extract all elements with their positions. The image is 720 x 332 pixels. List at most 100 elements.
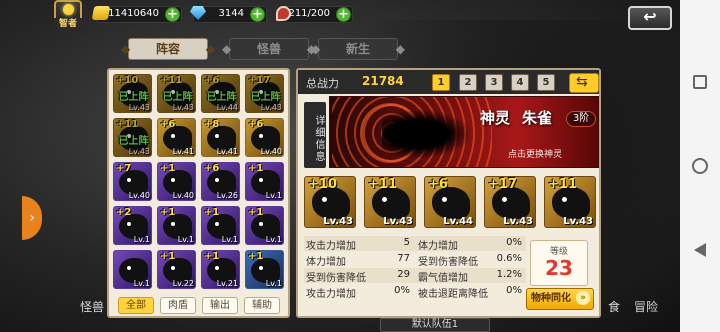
roster-slot[interactable]: +1 Lv.1 xyxy=(201,206,240,245)
level-label: Lv.41 xyxy=(216,147,238,156)
gem-icon xyxy=(190,6,206,20)
roster-slot[interactable]: +17 已上阵 Lv.43 xyxy=(245,74,284,113)
level-box: 等级 23 xyxy=(530,240,588,286)
roster-slot[interactable]: +2 Lv.1 xyxy=(113,206,152,245)
level-value: 23 xyxy=(545,256,573,280)
side-menu-food[interactable]: 食 xyxy=(608,298,620,315)
star-bonus: +1 xyxy=(204,251,220,262)
back-button[interactable] xyxy=(689,239,711,261)
power-value: 21784 xyxy=(362,74,404,88)
team-tab-2[interactable]: 2 xyxy=(459,74,477,91)
filter-support-button[interactable]: 辅助 xyxy=(244,297,280,314)
double-arrow-icon: » xyxy=(576,291,590,305)
add-food-button[interactable]: + xyxy=(336,7,351,22)
filter-all-button[interactable]: 全部 xyxy=(118,297,154,314)
add-gem-button[interactable]: + xyxy=(250,7,265,22)
roster-slot[interactable]: +11 已上阵 Lv.43 xyxy=(157,74,196,113)
deployed-label: 已上阵 xyxy=(118,136,149,147)
star-bonus: +1 xyxy=(160,163,176,174)
power-row: 总战力 21784 1 2 3 4 5 xyxy=(298,70,599,94)
roster-slot[interactable]: +6 Lv.41 xyxy=(157,118,196,157)
stat-name: 受到伤害降低 xyxy=(306,273,366,284)
roster-slot[interactable]: +1 Lv.40 xyxy=(157,162,196,201)
team-slot[interactable]: +11 Lv.43 xyxy=(364,176,416,228)
team-slot[interactable]: +11 Lv.43 xyxy=(544,176,596,228)
roster-slot[interactable]: +6 Lv.26 xyxy=(201,162,240,201)
roster-panel: +10 已上阵 Lv.43 +11 已上阵 Lv.43 +6 已上阵 Lv.44 +17 已上阵 Lv… xyxy=(107,68,290,318)
level-label: Lv.1 xyxy=(265,279,282,288)
team-slot[interactable]: +10 Lv.43 xyxy=(304,176,356,228)
side-menu-adventure[interactable]: 冒险 xyxy=(634,298,658,315)
roster-slot[interactable]: +8 Lv.41 xyxy=(201,118,240,157)
level-label: Lv.43 xyxy=(128,103,150,112)
tab-newborn[interactable]: 新生 xyxy=(311,38,405,60)
filter-dps-button[interactable]: 输出 xyxy=(202,297,238,314)
roster-slot[interactable]: +6 已上阵 Lv.44 xyxy=(201,74,240,113)
star-bonus: +1 xyxy=(248,251,264,262)
hero-change-hint: 点击更换神灵 xyxy=(508,150,563,160)
team-slot[interactable]: +17 Lv.43 xyxy=(484,176,536,228)
roster-slot[interactable]: +1 Lv.1 xyxy=(245,250,284,289)
roster-slot[interactable]: +1 Lv.21 xyxy=(201,250,240,289)
tab-lineup[interactable]: 阵容 xyxy=(121,38,215,60)
level-label: Lv.21 xyxy=(216,279,238,288)
return-button[interactable]: ↩ xyxy=(628,6,672,30)
roster-slot[interactable]: Lv.1 xyxy=(113,250,152,289)
team-tab-1[interactable]: 1 xyxy=(432,74,450,91)
level-label: Lv.43 xyxy=(323,216,353,227)
level-label: Lv.44 xyxy=(443,216,473,227)
star-bonus: +6 xyxy=(248,119,264,130)
side-menu-monsters[interactable]: 怪兽 xyxy=(80,298,104,315)
food-counter: 211/200 + xyxy=(276,6,353,23)
level-label: Lv.1 xyxy=(133,235,150,244)
deployed-label: 已上阵 xyxy=(162,92,193,103)
star-bonus: +1 xyxy=(204,207,220,218)
roster-slot[interactable]: +1 Lv.1 xyxy=(245,162,284,201)
roster-slot[interactable]: +1 Lv.1 xyxy=(245,206,284,245)
level-label: Lv.1 xyxy=(265,191,282,200)
home-button[interactable] xyxy=(689,155,711,177)
level-label: Lv.1 xyxy=(265,235,282,244)
roster-slot[interactable]: +11 已上阵 Lv.43 xyxy=(113,118,152,157)
swap-team-button[interactable] xyxy=(569,73,599,93)
team-tab-5[interactable]: 5 xyxy=(537,74,555,91)
triangle-back-icon xyxy=(694,243,706,257)
gem-value: 3144 xyxy=(218,8,244,19)
hero-banner[interactable]: 神灵 朱雀 3阶 点击更换神灵 xyxy=(329,96,599,168)
deployed-label: 已上阵 xyxy=(250,92,281,103)
star-bonus: +17 xyxy=(248,75,271,86)
stat-cell: 攻击力增加 0% xyxy=(304,284,414,300)
roster-slot[interactable]: +7 Lv.40 xyxy=(113,162,152,201)
star-bonus: +1 xyxy=(160,251,176,262)
player-avatar[interactable]: 智者 xyxy=(54,0,82,30)
filter-tank-button[interactable]: 肉盾 xyxy=(160,297,196,314)
level-label: Lv.1 xyxy=(177,235,194,244)
assimilate-button[interactable]: 物种同化 » xyxy=(526,288,594,310)
tab-monsters[interactable]: 怪兽 xyxy=(222,38,316,60)
star-bonus: +7 xyxy=(116,163,132,174)
default-team-label[interactable]: 默认队伍1 xyxy=(380,318,490,332)
stat-value: 29 xyxy=(397,269,410,280)
recent-apps-button[interactable] xyxy=(689,71,711,93)
star-bonus: +2 xyxy=(116,207,132,218)
roster-slot[interactable]: +10 已上阵 Lv.43 xyxy=(113,74,152,113)
details-button[interactable]: 详细信息 xyxy=(304,102,326,168)
star-bonus: +1 xyxy=(248,163,264,174)
star-bonus: +17 xyxy=(488,177,517,192)
star-bonus: +11 xyxy=(548,177,577,192)
power-label: 总战力 xyxy=(306,77,339,90)
roster-slot[interactable]: +1 Lv.1 xyxy=(157,206,196,245)
add-gold-button[interactable]: + xyxy=(165,7,180,22)
level-label: Lv.1 xyxy=(221,235,238,244)
roster-slot[interactable]: +1 Lv.22 xyxy=(157,250,196,289)
roster-slot[interactable]: +6 Lv.40 xyxy=(245,118,284,157)
star-bonus: +10 xyxy=(308,177,337,192)
level-label: Lv.26 xyxy=(216,191,238,200)
team-tab-4[interactable]: 4 xyxy=(511,74,529,91)
team-tab-3[interactable]: 3 xyxy=(485,74,503,91)
stat-value: 77 xyxy=(397,253,410,264)
team-slot[interactable]: +6 Lv.44 xyxy=(424,176,476,228)
stat-name: 体力增加 xyxy=(306,257,346,268)
game-screen: 智者 11410640 + 3144 + 211/200 + ↩ 阵容 怪兽 新… xyxy=(0,0,680,332)
expand-arrow-button[interactable]: › xyxy=(22,196,42,240)
